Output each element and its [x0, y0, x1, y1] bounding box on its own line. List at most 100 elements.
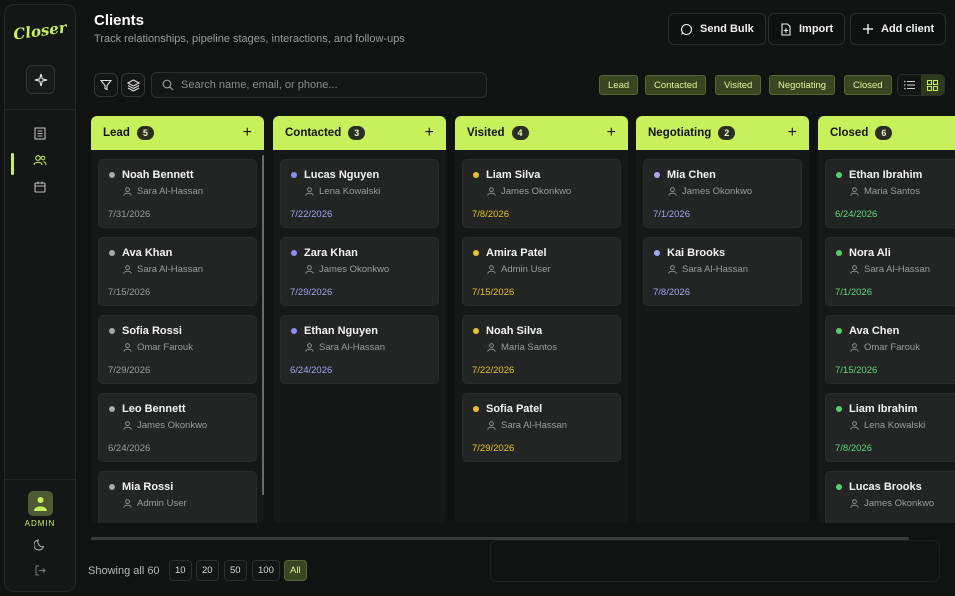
client-card[interactable]: Liam Ibrahim Lena Kowalski 7/8/2026: [825, 393, 955, 462]
status-dot: [473, 406, 479, 412]
client-card[interactable]: Ethan Nguyen Sara Al-Hassan 6/24/2026: [280, 315, 439, 384]
status-dot: [654, 172, 660, 178]
client-name: Nora Ali: [849, 247, 891, 259]
client-owner-row: Sara Al-Hassan: [123, 264, 246, 275]
import-button[interactable]: Import: [768, 13, 846, 45]
client-owner-row: Sara Al-Hassan: [305, 342, 428, 353]
filter-chip-contacted[interactable]: Contacted: [645, 75, 707, 95]
add-card-icon[interactable]: +: [607, 124, 616, 142]
add-card-icon[interactable]: +: [788, 124, 797, 142]
client-card[interactable]: Nora Ali Sara Al-Hassan 7/1/2026: [825, 237, 955, 306]
client-owner-row: James Okonkwo: [668, 186, 791, 197]
user-avatar-icon: [34, 497, 47, 511]
status-dot: [109, 250, 115, 256]
client-card[interactable]: Noah Silva Maria Santos 7/22/2026: [462, 315, 621, 384]
client-name: Noah Bennett: [122, 169, 194, 181]
client-owner-row: Sara Al-Hassan: [850, 264, 955, 275]
column-visited: Visited 4 + Liam Silva James Okonkwo 7/8/2026…: [455, 116, 628, 523]
sparkle-button[interactable]: [26, 65, 55, 94]
follow-up-date: 7/1/2026: [653, 209, 690, 220]
client-owner: Admin User: [137, 498, 187, 509]
client-name: Leo Bennett: [122, 403, 186, 415]
app-logo[interactable]: Closer: [4, 17, 76, 45]
add-card-icon[interactable]: +: [425, 124, 434, 142]
client-name-row: Mia Rossi: [109, 481, 246, 493]
user-icon: [123, 187, 132, 196]
column-scrollbar[interactable]: [262, 155, 264, 495]
send-bulk-button[interactable]: Send Bulk: [668, 13, 766, 45]
client-card[interactable]: Zara Khan James Okonkwo 7/29/2026: [280, 237, 439, 306]
filter-chip-closed[interactable]: Closed: [844, 75, 892, 95]
filter-chip-visited[interactable]: Visited: [715, 75, 762, 95]
client-owner-row: Lena Kowalski: [850, 420, 955, 431]
logout-icon[interactable]: [32, 562, 48, 578]
client-owner-row: Maria Santos: [487, 342, 610, 353]
search-input[interactable]: [181, 79, 471, 91]
user-icon: [850, 343, 859, 352]
client-card[interactable]: Kai Brooks Sara Al-Hassan 7/8/2026: [643, 237, 802, 306]
user-icon: [123, 499, 132, 508]
client-card[interactable]: Leo Bennett James Okonkwo 6/24/2026: [98, 393, 257, 462]
board-view-button[interactable]: [921, 75, 944, 95]
search-field[interactable]: [151, 72, 487, 98]
column-body: Noah Bennett Sara Al-Hassan 7/31/2026 Ava K…: [91, 150, 264, 523]
client-card[interactable]: Sofia Patel Sara Al-Hassan 7/29/2026: [462, 393, 621, 462]
page-subtitle: Track relationships, pipeline stages, in…: [94, 33, 405, 45]
status-dot: [291, 172, 297, 178]
page-size-100[interactable]: 100: [252, 560, 280, 581]
user-icon: [487, 343, 496, 352]
client-owner: Omar Farouk: [137, 342, 193, 353]
client-card[interactable]: Mia Rossi Admin User: [98, 471, 257, 523]
client-owner: Sara Al-Hassan: [137, 264, 204, 275]
column-title: Contacted: [285, 127, 342, 139]
follow-up-date: 7/8/2026: [835, 443, 872, 454]
calendar-icon[interactable]: [32, 179, 48, 195]
background-panel: [490, 540, 940, 582]
status-dot: [109, 328, 115, 334]
client-name-row: Ava Khan: [109, 247, 246, 259]
client-card[interactable]: Noah Bennett Sara Al-Hassan 7/31/2026: [98, 159, 257, 228]
column-negotiating: Negotiating 2 + Mia Chen James Okonkwo 7/1/20…: [636, 116, 809, 523]
client-owner: Sara Al-Hassan: [864, 264, 931, 275]
filter-button[interactable]: [94, 73, 118, 97]
client-card[interactable]: Lucas Nguyen Lena Kowalski 7/22/2026: [280, 159, 439, 228]
status-dot: [836, 406, 842, 412]
client-name-row: Zara Khan: [291, 247, 428, 259]
building-icon[interactable]: [32, 125, 48, 141]
page-size-20[interactable]: 20: [196, 560, 219, 581]
client-card[interactable]: Ethan Ibrahim Maria Santos 6/24/2026: [825, 159, 955, 228]
client-card[interactable]: Liam Silva James Okonkwo 7/8/2026: [462, 159, 621, 228]
follow-up-date: 7/15/2026: [472, 287, 515, 298]
add-card-icon[interactable]: +: [243, 124, 252, 142]
client-name: Ethan Ibrahim: [849, 169, 923, 181]
list-icon: [904, 80, 915, 90]
client-card[interactable]: Lucas Brooks James Okonkwo: [825, 471, 955, 523]
page-size-50[interactable]: 50: [224, 560, 247, 581]
client-owner-row: James Okonkwo: [487, 186, 610, 197]
client-card[interactable]: Amira Patel Admin User 7/15/2026: [462, 237, 621, 306]
avatar[interactable]: [28, 491, 53, 516]
moon-icon[interactable]: [32, 536, 48, 552]
client-card[interactable]: Sofia Rossi Omar Farouk 7/29/2026: [98, 315, 257, 384]
funnel-icon: [100, 79, 112, 91]
status-dot: [109, 484, 115, 490]
client-owner: James Okonkwo: [137, 420, 208, 431]
add-client-button[interactable]: Add client: [850, 13, 947, 45]
client-owner: Sara Al-Hassan: [319, 342, 386, 353]
follow-up-date: 7/8/2026: [653, 287, 690, 298]
column-header: Lead 5 +: [91, 116, 264, 150]
client-name-row: Ethan Ibrahim: [836, 169, 955, 181]
users-icon[interactable]: [32, 152, 48, 168]
client-card[interactable]: Ava Khan Sara Al-Hassan 7/15/2026: [98, 237, 257, 306]
filter-chip-lead[interactable]: Lead: [599, 75, 639, 95]
filter-chip-negotiating[interactable]: Negotiating: [769, 75, 836, 95]
status-dot: [836, 250, 842, 256]
client-card[interactable]: Ava Chen Omar Farouk 7/15/2026: [825, 315, 955, 384]
client-card[interactable]: Mia Chen James Okonkwo 7/1/2026: [643, 159, 802, 228]
client-name: Mia Rossi: [122, 481, 174, 493]
layers-button[interactable]: [121, 73, 145, 97]
list-view-button[interactable]: [898, 75, 921, 95]
page-size-10[interactable]: 10: [169, 560, 192, 581]
page-size-all[interactable]: All: [284, 560, 307, 581]
user-icon: [668, 265, 677, 274]
